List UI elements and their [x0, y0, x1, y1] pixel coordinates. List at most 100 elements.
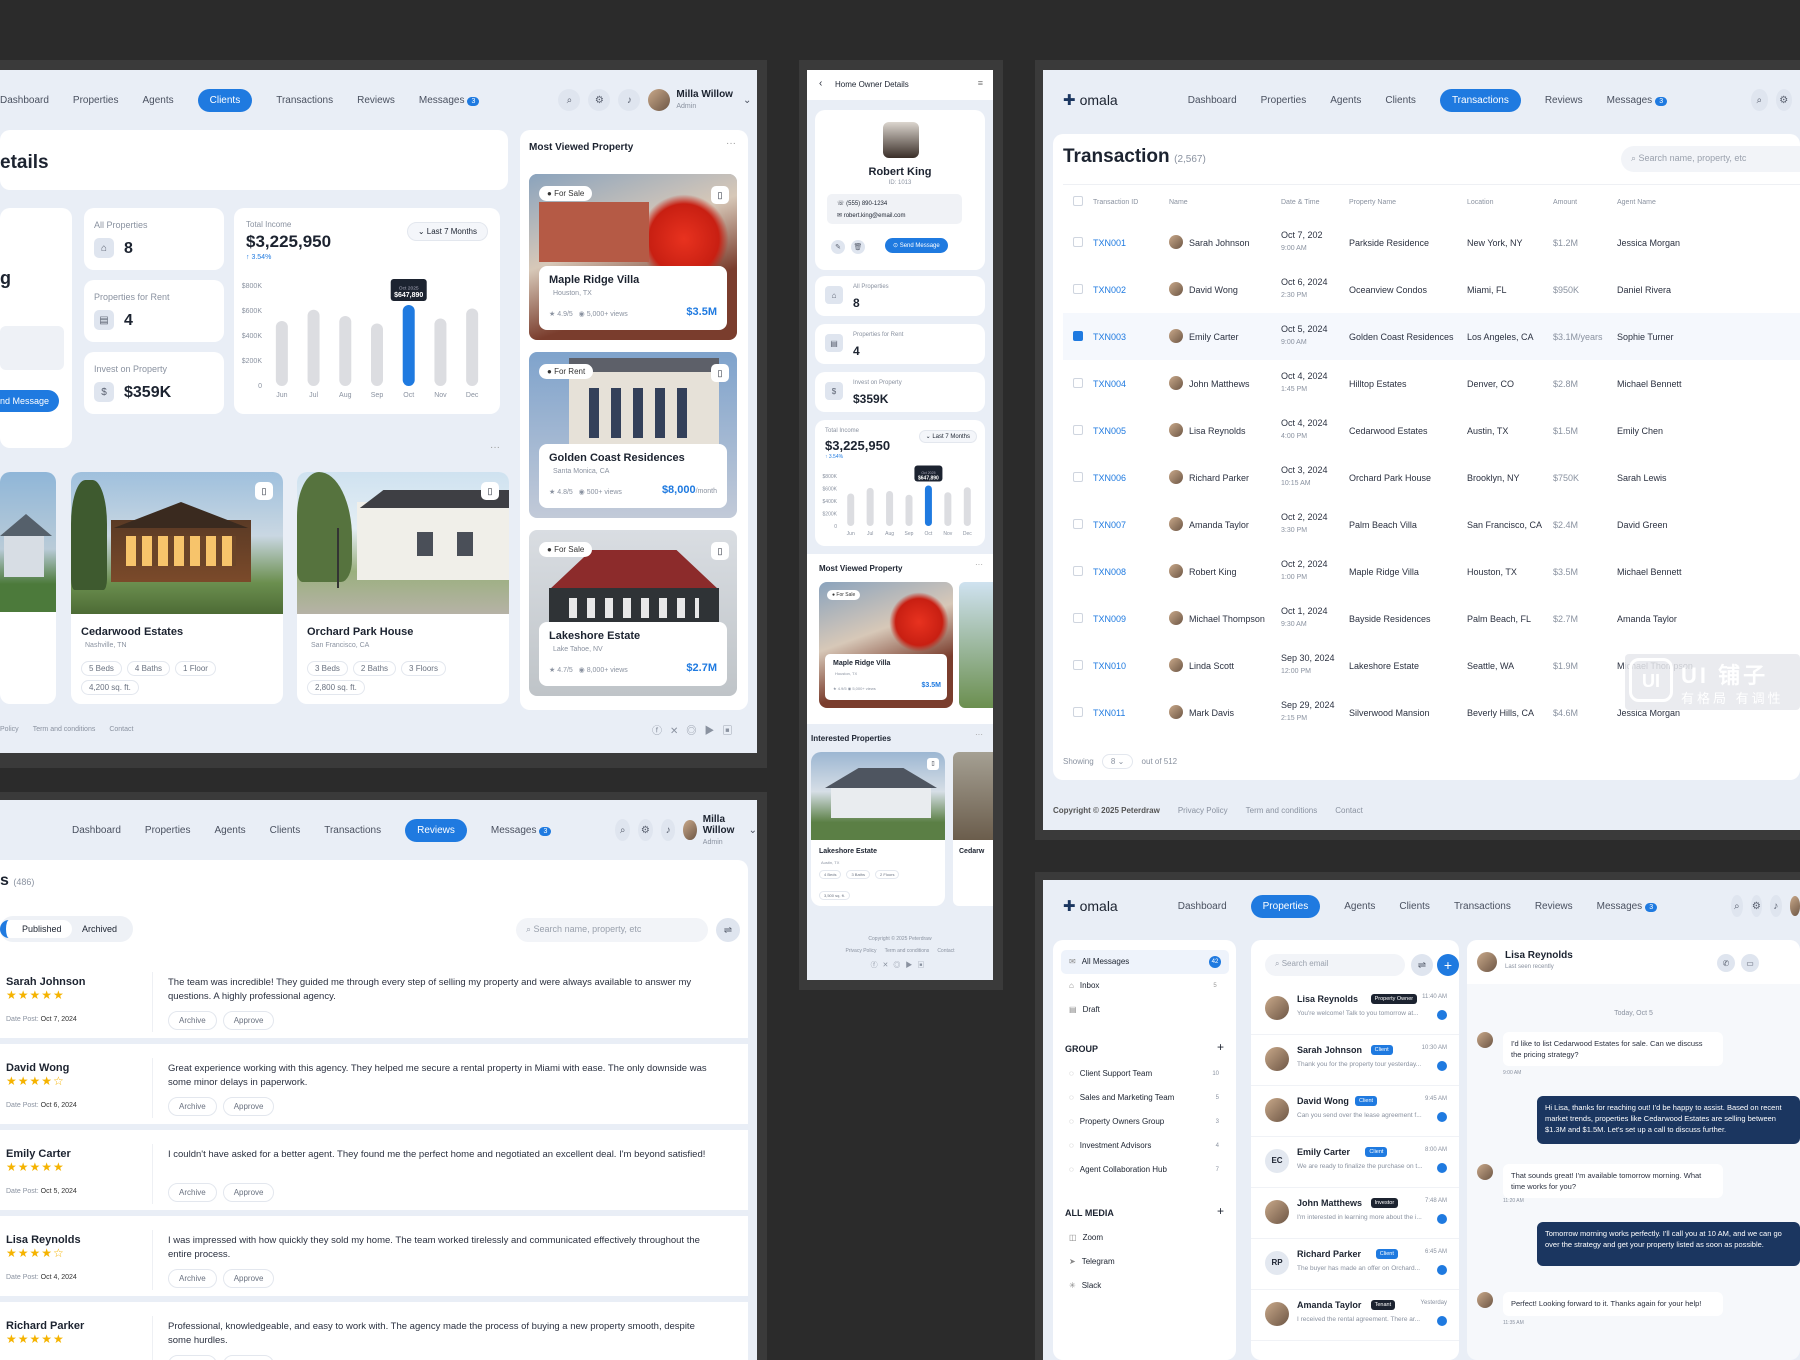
approve-button[interactable]: Approve — [222, 1011, 275, 1030]
transaction-id[interactable]: TXN005 — [1093, 426, 1126, 436]
nav-reviews[interactable]: Reviews — [357, 95, 395, 106]
nav-clients[interactable]: Clients — [1385, 95, 1416, 106]
media-item[interactable]: ✳ Slack — [1061, 1274, 1229, 1298]
bar-jun[interactable] — [275, 321, 288, 386]
send-message-button[interactable]: nd Message — [0, 390, 60, 412]
nav-dashboard[interactable]: Dashboard — [1188, 95, 1237, 106]
table-row[interactable]: TXN002 David Wong Oct 6, 2024 2:30 PM Oceanv… — [1063, 266, 1800, 313]
search-input[interactable]: ⌕ Search name, property, etc — [516, 918, 708, 942]
nav-agents[interactable]: Agents — [1344, 901, 1375, 912]
row-checkbox[interactable] — [1073, 471, 1083, 484]
search-icon[interactable]: ⌕ — [1731, 895, 1743, 917]
folder-item[interactable]: ⌂ Inbox 5 — [1061, 974, 1229, 998]
interested-card-lakeshore[interactable]: ▯ Lakeshore Estate Austin, TX 4 Beds 3 Ba… — [811, 752, 945, 906]
search-input[interactable]: ⌕ Search name, property, etc — [1621, 146, 1800, 172]
transaction-id[interactable]: TXN008 — [1093, 567, 1126, 577]
list-item[interactable]: RP Richard Parker Client 6:45 AM The buyer h… — [1251, 1239, 1459, 1290]
bookmark-icon[interactable]: ▯ — [481, 482, 499, 500]
nav-clients[interactable]: Clients — [270, 825, 301, 836]
transaction-id[interactable]: TXN006 — [1093, 473, 1126, 483]
mv-card-lakeshore[interactable]: ● For Sale ▯ Lakeshore Estate Lake Tahoe… — [529, 530, 737, 696]
bookmark-icon[interactable]: ▯ — [711, 542, 729, 560]
avatar[interactable] — [1789, 896, 1800, 916]
facebook-icon[interactable]: ⓕ — [652, 726, 670, 737]
row-checkbox[interactable] — [1073, 565, 1083, 578]
row-checkbox[interactable] — [1073, 330, 1083, 343]
bar-dec[interactable] — [963, 487, 971, 526]
trash-icon[interactable]: 🗑 — [851, 240, 865, 254]
chevron-down-icon[interactable]: ⌄ — [749, 825, 757, 836]
list-item[interactable]: EC Emily Carter Client 8:00 AM We are ready … — [1251, 1137, 1459, 1188]
group-item[interactable]: ◌ Sales and Marketing Team 5 — [1061, 1086, 1229, 1110]
filter-icon[interactable]: ⇌ — [1411, 954, 1433, 976]
gear-icon[interactable]: ⚙ — [588, 89, 611, 111]
approve-button[interactable]: Approve — [222, 1097, 275, 1116]
bell-icon[interactable]: ♪ — [660, 819, 676, 841]
phone-field[interactable]: ☏ (555) 890-1234 — [837, 198, 952, 210]
media-item[interactable]: ◫ Zoom — [1061, 1226, 1229, 1250]
archive-button[interactable]: Archive — [168, 1355, 217, 1360]
nav-transactions[interactable]: Transactions — [1454, 901, 1511, 912]
bookmark-icon[interactable]: ▯ — [927, 758, 939, 770]
nav-clients[interactable]: Clients — [197, 88, 253, 112]
folder-item[interactable]: ✉ All Messages 42 — [1061, 950, 1229, 974]
bar-oct[interactable] — [402, 305, 415, 386]
table-row[interactable]: TXN009 Michael Thompson Oct 1, 2024 9:30 AM… — [1063, 595, 1800, 642]
table-row[interactable]: TXN007 Amanda Taylor Oct 2, 2024 3:30 PM Pal… — [1063, 501, 1800, 548]
add-media-icon[interactable]: + — [1217, 1204, 1224, 1218]
bookmark-icon[interactable]: ▯ — [255, 482, 273, 500]
bookmark-icon[interactable]: ▯ — [711, 186, 729, 204]
archive-button[interactable]: Archive — [168, 1183, 217, 1202]
table-row[interactable]: TXN005 Lisa Reynolds Oct 4, 2024 4:00 PM Ced… — [1063, 407, 1800, 454]
video-icon[interactable]: ▭ — [1741, 954, 1759, 972]
nav-messages[interactable]: Messages 3 — [1597, 901, 1658, 912]
nav-transactions[interactable]: Transactions — [1439, 88, 1521, 112]
table-row[interactable]: TXN001 Sarah Johnson Oct 7, 202 9:00 AM Park… — [1063, 219, 1800, 266]
archive-button[interactable]: Archive — [168, 1011, 217, 1030]
nav-dashboard[interactable]: Dashboard — [1178, 901, 1227, 912]
group-item[interactable]: ◌ Client Support Team 10 — [1061, 1062, 1229, 1086]
bar-nov[interactable] — [434, 318, 447, 387]
folder-item[interactable]: ▤ Draft — [1061, 998, 1229, 1022]
nav-agents[interactable]: Agents — [1330, 95, 1361, 106]
menu-icon[interactable]: ≡ — [978, 78, 983, 88]
bell-icon[interactable]: ♪ — [618, 89, 641, 111]
row-checkbox[interactable] — [1073, 424, 1083, 437]
group-item[interactable]: ◌ Property Owners Group 3 — [1061, 1110, 1229, 1134]
transaction-id[interactable]: TXN010 — [1093, 661, 1126, 671]
table-row[interactable]: TXN003 Emily Carter Oct 5, 2024 9:00 AM Gold… — [1063, 313, 1800, 360]
nav-transactions[interactable]: Transactions — [276, 95, 333, 106]
mv-card-maple[interactable]: ● For Sale ▯ Maple Ridge Villa Houston, … — [529, 174, 737, 340]
nav-properties[interactable]: Properties — [1261, 95, 1307, 106]
search-icon[interactable]: ⌕ — [558, 89, 581, 111]
range-dropdown[interactable]: ⌄ Last 7 Months — [918, 430, 977, 443]
search-email-input[interactable]: ⌕ Search email — [1265, 954, 1405, 976]
row-checkbox[interactable] — [1073, 706, 1083, 719]
back-icon[interactable]: ‹ — [819, 78, 822, 89]
youtube-icon[interactable]: ▶ — [704, 726, 722, 737]
tab-published[interactable]: Published — [0, 920, 72, 938]
bar-nov[interactable] — [944, 492, 952, 526]
avatar[interactable] — [648, 89, 671, 111]
nav-properties[interactable]: Properties — [1250, 894, 1321, 918]
nav-reviews[interactable]: Reviews — [405, 818, 467, 842]
phone-icon[interactable]: ✆ — [1717, 954, 1735, 972]
nav-dashboard[interactable]: Dashboard — [0, 95, 49, 106]
chevron-down-icon[interactable]: ⌄ — [743, 95, 751, 106]
more-icon[interactable]: ··· — [490, 442, 500, 453]
send-message-button[interactable]: ⊙ Send Message — [885, 238, 948, 253]
bar-sep[interactable] — [905, 494, 913, 526]
per-page-select[interactable]: 8 ⌄ — [1101, 754, 1134, 769]
row-checkbox[interactable] — [1073, 612, 1083, 625]
approve-button[interactable]: Approve — [222, 1355, 275, 1360]
list-item[interactable]: Sarah Johnson Client 10:30 AM Thank you for… — [1251, 1035, 1459, 1086]
nav-properties[interactable]: Properties — [145, 825, 191, 836]
approve-button[interactable]: Approve — [222, 1183, 275, 1202]
row-checkbox[interactable] — [1073, 377, 1083, 390]
avatar[interactable] — [683, 820, 697, 840]
transaction-id[interactable]: TXN011 — [1093, 708, 1125, 718]
more-icon[interactable]: ··· — [726, 138, 736, 149]
table-row[interactable]: TXN006 Richard Parker Oct 3, 2024 10:15 AM O… — [1063, 454, 1800, 501]
nav-reviews[interactable]: Reviews — [1545, 95, 1583, 106]
more-icon[interactable]: ··· — [975, 560, 983, 569]
